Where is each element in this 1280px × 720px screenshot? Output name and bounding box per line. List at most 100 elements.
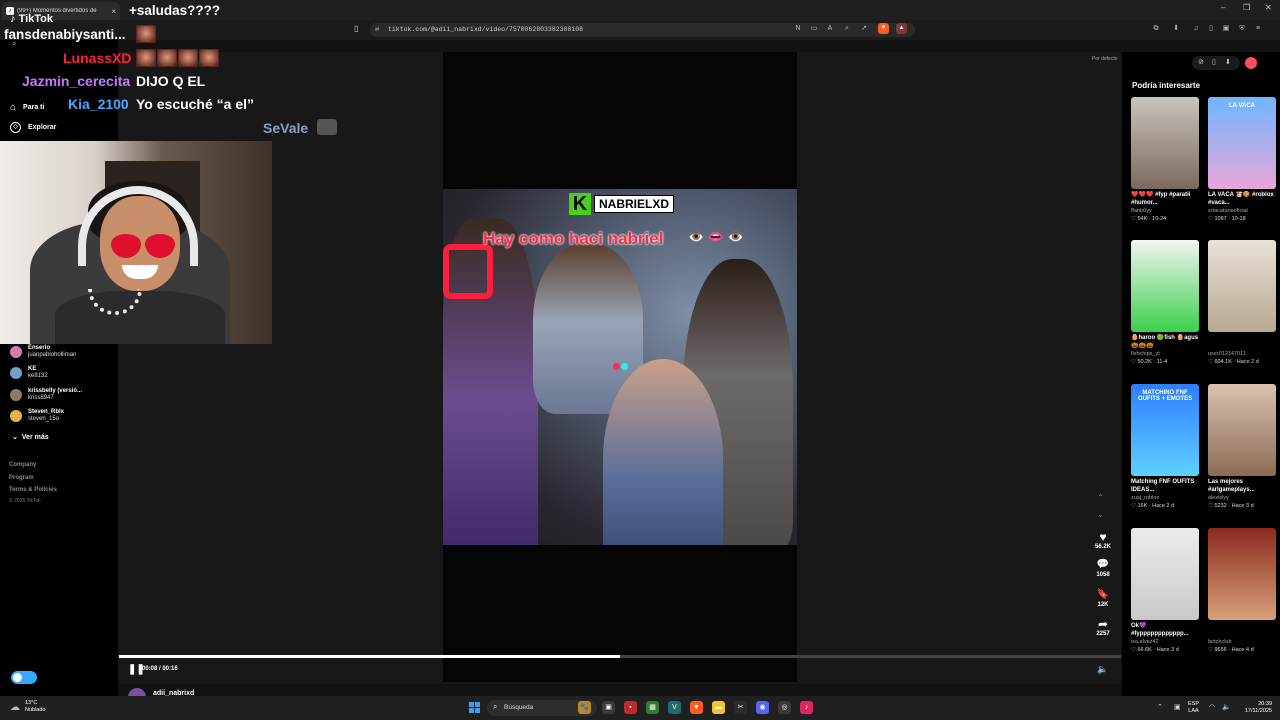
recommended-video-card[interactable]: user012147011 ♡ 604.1K · Hace 2 d [1208,240,1276,366]
card-title: ❤️❤️❤️ #fyp #paratii #humor... [1131,192,1191,206]
following-account[interactable]: Steven_Rblx steven_15o [10,409,64,423]
extensions-icon[interactable]: ⧉ [1152,24,1160,33]
chat-emote [199,49,219,67]
task-view-icon[interactable]: ▣ [602,701,615,714]
weather-widget[interactable]: ☁ 13°C Nublado [10,700,46,714]
system-clock[interactable]: 20:39 17/11/2025 [1238,701,1272,715]
like-count: 66.6K [1137,647,1152,653]
footer-link-program[interactable]: Program [9,475,34,481]
app-icon[interactable]: ▪ [624,701,637,714]
keyboard-language[interactable]: ESP LAA [1188,701,1199,715]
bookmark-page-icon[interactable]: ▯ [354,24,358,33]
vpn-icon[interactable]: ⛨ [1238,24,1246,33]
recommended-video-card[interactable]: 🥚haroo 🟢fish 🥚agus 🎃🎃🎃 fishchips_yt ♡ 50.2… [1131,240,1199,366]
nav-item-para-ti[interactable]: ⌂ Para ti [10,102,44,113]
time-readout: 00:08 / 00:16 [142,666,178,672]
card-meta: ♡ 5232 · Hace 3 d [1208,502,1276,510]
video-thumbnail[interactable] [1208,240,1276,332]
comment-button[interactable]: 💬 1058 [1092,558,1114,578]
widget-icon[interactable]: 🐾 [578,701,591,714]
volume-icon[interactable]: 🔈 [1097,664,1108,675]
speaker-icon[interactable]: 🔈 [1222,703,1231,711]
rewards-icon[interactable]: ▲ [896,23,907,34]
brave-shield-icon[interactable]: ▼ [878,23,889,34]
discord-icon[interactable]: ◉ [756,701,769,714]
card-username[interactable]: srtacatanaoficial [1208,207,1276,215]
tray-chevron-icon[interactable]: ⌃ [1157,703,1163,711]
coins-icon[interactable]: ⊘ [1198,58,1204,66]
like-button[interactable]: ♥ 56.2K [1092,530,1114,550]
theme-toggle[interactable] [11,671,37,684]
tray-app-icon[interactable]: ▣ [1174,703,1181,711]
sidebar-icon[interactable]: ▯ [1207,24,1215,33]
wifi-icon[interactable]: ◠ [1209,703,1215,711]
card-username[interactable]: user012147011 [1208,350,1276,358]
video-hand [603,359,723,545]
download-icon[interactable]: ⬇ [1225,58,1231,66]
close-tab-icon[interactable]: × [111,7,116,16]
card-username[interactable]: zuaj_roblox [1131,494,1199,502]
chat-username: Jazmin_cerecita [22,73,131,89]
file-explorer-icon[interactable]: ▬ [712,701,725,714]
see-more-button[interactable]: ⌄ Ver más [12,433,49,441]
footer-link-company[interactable]: Company [9,462,36,468]
recommended-video-card[interactable]: Las mejores #arlgameplays... alexislyy ♡ 5… [1208,384,1276,510]
bookmark-button[interactable]: 🔖 12K [1092,588,1114,608]
card-username[interactable]: isa.alvez42 [1131,638,1199,646]
fit-mode-label[interactable]: Por defecto [1092,56,1118,62]
video-thumbnail[interactable]: MATCHING FNF OUFITS + EMOTES [1131,384,1199,476]
next-video-icon[interactable]: ⌄ [1097,510,1104,519]
minecraft-icon[interactable]: ▦ [646,701,659,714]
brave-icon[interactable]: ▼ [690,701,703,714]
footer-link-terms[interactable]: Terms & Policies [9,487,57,493]
chat-message: DIJO Q EL [136,73,205,89]
restore-icon[interactable]: ❐ [1243,3,1250,12]
video-watermark: K NABRIELXD [569,193,675,215]
video-thumbnail[interactable] [1208,528,1276,620]
windows-start-icon[interactable] [469,702,480,713]
share-button[interactable]: ➦ 2257 [1092,617,1114,637]
recommended-video-card[interactable]: LA VACA LA VACA 🐮🍪 #roblox #vaca... srtaca… [1208,97,1276,223]
tiktok-logo[interactable]: ♪ TikTok [10,13,53,25]
following-account[interactable]: KE ke8132 [10,366,48,380]
minimize-icon[interactable]: – [1221,3,1225,12]
following-account[interactable]: krissbelly (versió... kriss8947 [10,388,82,402]
recommended-video-card[interactable]: MATCHING FNF OUFITS + EMOTES Matching FNF… [1131,384,1199,510]
obs-icon[interactable]: ◎ [778,701,791,714]
card-username[interactable]: botchclub [1208,638,1276,646]
tiktok-app-icon[interactable]: ♪ [800,701,813,714]
profile-avatar[interactable] [1245,57,1257,69]
avatar [10,367,22,379]
following-account[interactable]: Enserio juanpabloholliman [10,345,76,359]
translate-icon[interactable]: A [826,24,834,33]
nav-item-explorar[interactable]: ◇ Explorar [10,122,56,133]
video-thumbnail[interactable] [1131,97,1199,189]
card-username[interactable]: alexislyy [1208,494,1276,502]
cast-icon[interactable]: ▭ [810,24,818,33]
menu-icon[interactable]: ≡ [1254,24,1262,33]
video-thumbnail[interactable] [1131,240,1199,332]
recommended-video-card[interactable]: botchclub ♡ 9656 · Hace 4 d [1208,528,1276,654]
close-icon[interactable]: ✕ [1265,3,1272,12]
share-page-icon[interactable]: ↗ [860,24,868,33]
capcut-icon[interactable]: ✂ [734,701,747,714]
progress-bar[interactable] [119,655,1121,658]
video-thumbnail[interactable] [1208,384,1276,476]
wallet-icon[interactable]: ▣ [1222,24,1230,33]
card-username[interactable]: ffanb0yy [1131,207,1199,215]
recommended-video-card[interactable]: Ok💜 #fypppppppppppp... isa.alvez42 ♡ 66.6K… [1131,528,1199,654]
card-username[interactable]: fishchips_yt [1131,350,1199,358]
card-meta: ♡ 1087 · 10-18 [1208,215,1276,223]
site-info-icon[interactable]: ⇄ [375,23,379,37]
previous-video-icon[interactable]: ⌃ [1097,493,1104,502]
video-thumbnail[interactable]: LA VACA [1208,97,1276,189]
reader-icon[interactable]: N [794,24,802,33]
cloud-icon: ☁ [10,701,20,713]
media-icon[interactable]: ♫ [1192,24,1200,33]
video-thumbnail[interactable] [1131,528,1199,620]
phone-icon[interactable]: ▯ [1212,58,1216,66]
downloads-icon[interactable]: ⬇ [1172,24,1180,33]
vscode-icon[interactable]: V [668,701,681,714]
recommended-video-card[interactable]: ❤️❤️❤️ #fyp #paratii #humor... ffanb0yy ♡ … [1131,97,1199,223]
zoom-icon[interactable]: ⌕ [843,24,851,33]
